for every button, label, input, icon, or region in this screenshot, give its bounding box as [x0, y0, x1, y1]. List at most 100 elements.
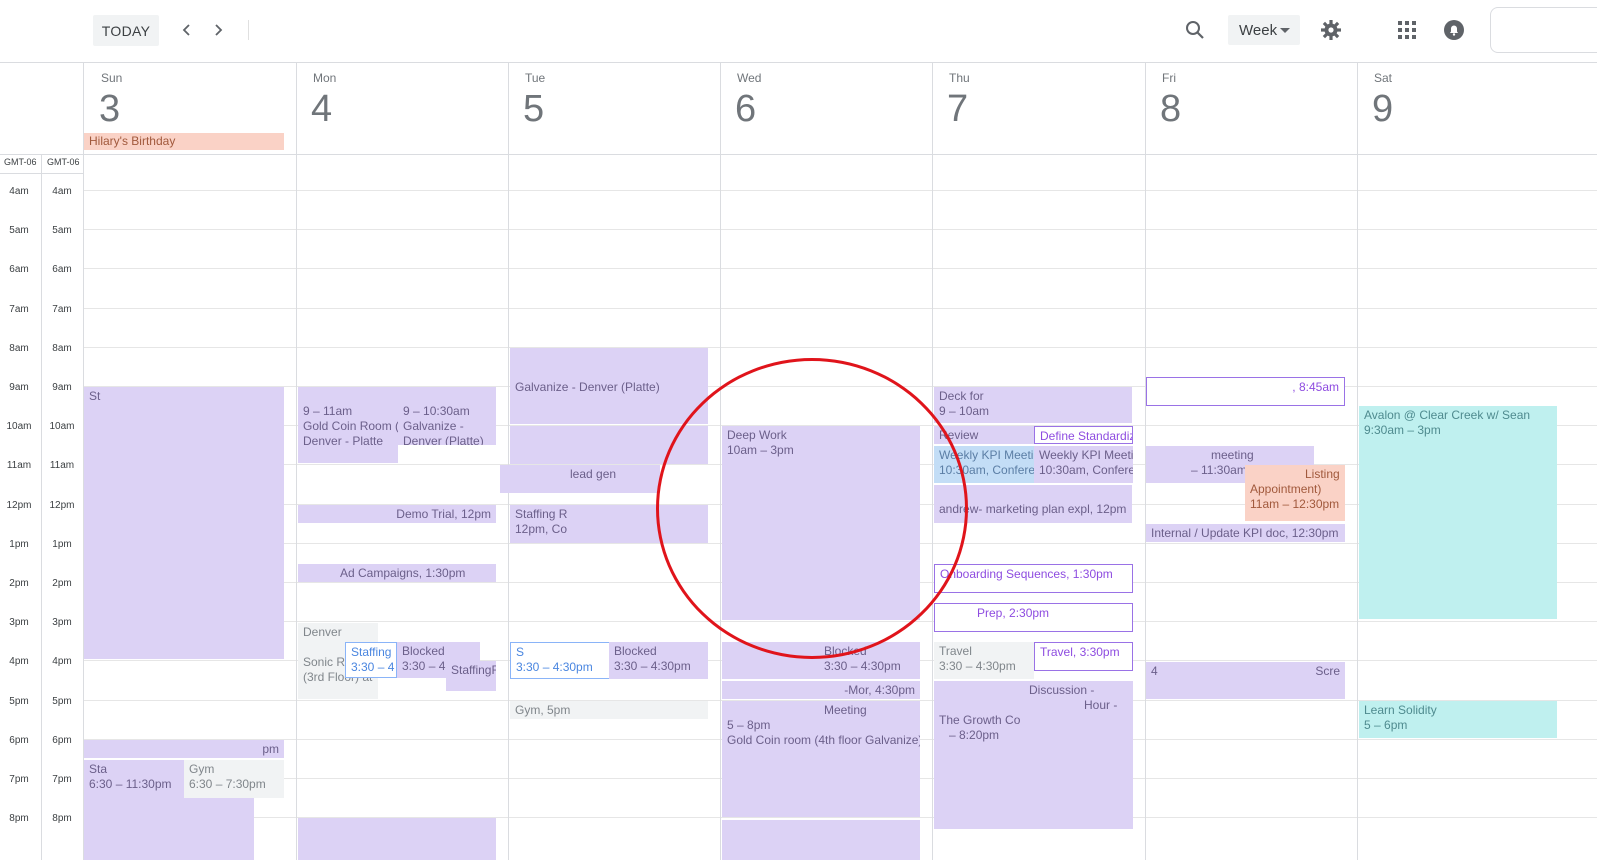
event-title: Weekly KPI Meetin [1039, 448, 1133, 462]
chevron-right-icon[interactable] [206, 18, 230, 42]
event-location: Gold Coin room (4th floor Galvanize) [727, 733, 920, 747]
calendar-event[interactable]: Travel, 3:30pm [1034, 642, 1133, 671]
calendar-event[interactable]: StaffingF [446, 661, 496, 691]
event-time: 9 – 11am [303, 404, 353, 418]
calendar-event[interactable]: St [84, 387, 284, 659]
search-icon[interactable] [1181, 16, 1209, 44]
day-header-tue[interactable]: Tue 5 [508, 62, 720, 154]
notification-icon[interactable] [1440, 16, 1468, 44]
day-header-wed[interactable]: Wed 6 [720, 62, 932, 154]
event-title: Gym [189, 762, 215, 776]
gear-icon[interactable] [1317, 16, 1345, 44]
event-title: Hour - [1084, 698, 1118, 712]
calendar-event[interactable]: Meeting 5 – 8pm Gold Coin room (4th floor … [722, 701, 920, 817]
calendar-event[interactable]: Ad Campaigns, 1:30pm [298, 564, 496, 582]
event-time: 9 – 10am [939, 404, 990, 418]
event-location: Gold Coin Room (4 [303, 419, 398, 433]
account-switcher[interactable] [1490, 7, 1597, 53]
view-select[interactable]: Week [1228, 15, 1300, 45]
gutter-divider [41, 154, 42, 860]
top-toolbar: TODAY Week [0, 0, 1597, 63]
event-time: 3:30 – 4:30pm [824, 659, 901, 673]
event-time: 3:30 – 4:30pm [614, 659, 691, 673]
hour-label: 8pm [9, 813, 29, 824]
hour-label: 4pm [52, 656, 72, 667]
annotation-circle [656, 358, 968, 659]
hour-label: 2pm [52, 578, 72, 589]
event-title: S [516, 645, 525, 659]
event-title: Demo Trial, 12pm [396, 507, 491, 521]
caret-down-icon [1280, 28, 1290, 33]
hour-label: 7pm [9, 774, 29, 785]
calendar-event[interactable]: lead gen [500, 465, 660, 493]
calendar-event[interactable]: Onboarding Sequences, 1:30pm [934, 564, 1133, 593]
calendar-event[interactable]: Gym 6:30 – 7:30pm [184, 760, 284, 798]
hour-gridline [84, 308, 1597, 309]
day-name: Fri [1162, 71, 1176, 85]
event-time: 3:30 – 4:30pm [939, 659, 1016, 673]
calendar-event[interactable] [84, 798, 254, 860]
hour-label: 12pm [6, 500, 32, 511]
calendar-event[interactable]: Discussion - Hour - The Growth Co – 8:20pm [934, 681, 1133, 829]
toolbar-divider [248, 20, 249, 40]
event-title: Travel, 3:30pm [1040, 645, 1120, 659]
calendar-event[interactable]: Staffing 3:30 – 4 [345, 642, 397, 678]
day-name: Tue [525, 71, 546, 85]
chevron-left-icon[interactable] [175, 18, 199, 42]
event-time: 5 – 6pm [1364, 718, 1408, 732]
today-button[interactable]: TODAY [93, 15, 159, 46]
calendar-event[interactable]: S 3:30 – 4:30pm [510, 642, 610, 679]
event-title: Define Standardize [1040, 429, 1133, 443]
calendar-event[interactable]: pm [84, 740, 284, 758]
hour-label: 8am [9, 343, 29, 354]
calendar-event[interactable] [722, 820, 920, 860]
hour-label: 5pm [9, 696, 29, 707]
calendar-event[interactable]: 9 – 10:30am Galvanize - Denver (Platte) [398, 387, 496, 445]
event-time: 9:30am – 3pm [1364, 423, 1441, 437]
calendar-event[interactable]: Deck for 9 – 10am [934, 387, 1132, 423]
event-title: lead gen [570, 467, 617, 481]
hour-label: 11am [6, 460, 32, 471]
hour-label: 4am [9, 186, 29, 197]
day-number: 3 [99, 88, 121, 130]
day-number: 5 [523, 88, 545, 130]
calendar-event[interactable]: Prep, 2:30pm [934, 603, 1133, 632]
day-header-mon[interactable]: Mon 4 [296, 62, 508, 154]
event-time: 3:30 – 4 [351, 660, 395, 674]
calendar-event[interactable]: Internal / Update KPI doc, 12:30pm [1146, 524, 1345, 542]
calendar-event[interactable]: , 8:45am [1146, 377, 1345, 406]
hour-label: 6am [52, 264, 72, 275]
calendar-event[interactable]: 4 Scre [1146, 662, 1345, 699]
day-header-fri[interactable]: Fri 8 [1145, 62, 1357, 154]
day-name: Sat [1374, 71, 1393, 85]
calendar-event[interactable]: Weekly KPI Meetin 10:30am, Confere [1034, 446, 1133, 483]
day-name: Sun [101, 71, 123, 85]
event-title: Sta [89, 762, 108, 776]
day-name: Thu [949, 71, 970, 85]
calendar-event[interactable]: Learn Solidity 5 – 6pm [1359, 701, 1557, 738]
calendar-event[interactable]: Listing Appointment) 11am – 12:30pm [1245, 465, 1345, 521]
timezone-label: GMT-06 [4, 157, 37, 167]
hour-gridline [84, 268, 1597, 269]
calendar-event[interactable]: -Mor, 4:30pm [722, 681, 920, 699]
calendar-event[interactable]: Define Standardize [1034, 426, 1133, 444]
hour-label: 6pm [52, 735, 72, 746]
calendar-event[interactable]: Travel 3:30 – 4:30pm [934, 642, 1034, 679]
calendar-event[interactable]: Gym, 5pm [510, 701, 708, 719]
hour-label: 8am [52, 343, 72, 354]
column-divider [508, 62, 509, 860]
day-header-thu[interactable]: Thu 7 [932, 62, 1145, 154]
calendar-event[interactable]: Demo Trial, 12pm [298, 505, 496, 523]
event-title: , 8:45am [1292, 380, 1339, 394]
calendar-event[interactable] [298, 818, 496, 860]
apps-grid-icon[interactable] [1393, 16, 1421, 44]
calendar-event[interactable]: Avalon @ Clear Creek w/ Sean 9:30am – 3pm [1359, 406, 1557, 619]
allday-event[interactable]: Hilary's Birthday [84, 133, 284, 150]
calendar-event[interactable]: Galvanize - Denver (Platte) [510, 348, 708, 424]
day-header-sat[interactable]: Sat 9 [1357, 62, 1597, 154]
calendar-event[interactable]: Blocked 3:30 – 4:30pm [609, 642, 708, 679]
hour-label: 7am [9, 304, 29, 315]
timezone-row: GMT-06 GMT-06 [0, 154, 84, 174]
calendar-event[interactable]: 9 – 11am Gold Coin Room (4 Denver - Platte [298, 387, 398, 463]
event-time: 9 – 10:30am [403, 404, 470, 418]
